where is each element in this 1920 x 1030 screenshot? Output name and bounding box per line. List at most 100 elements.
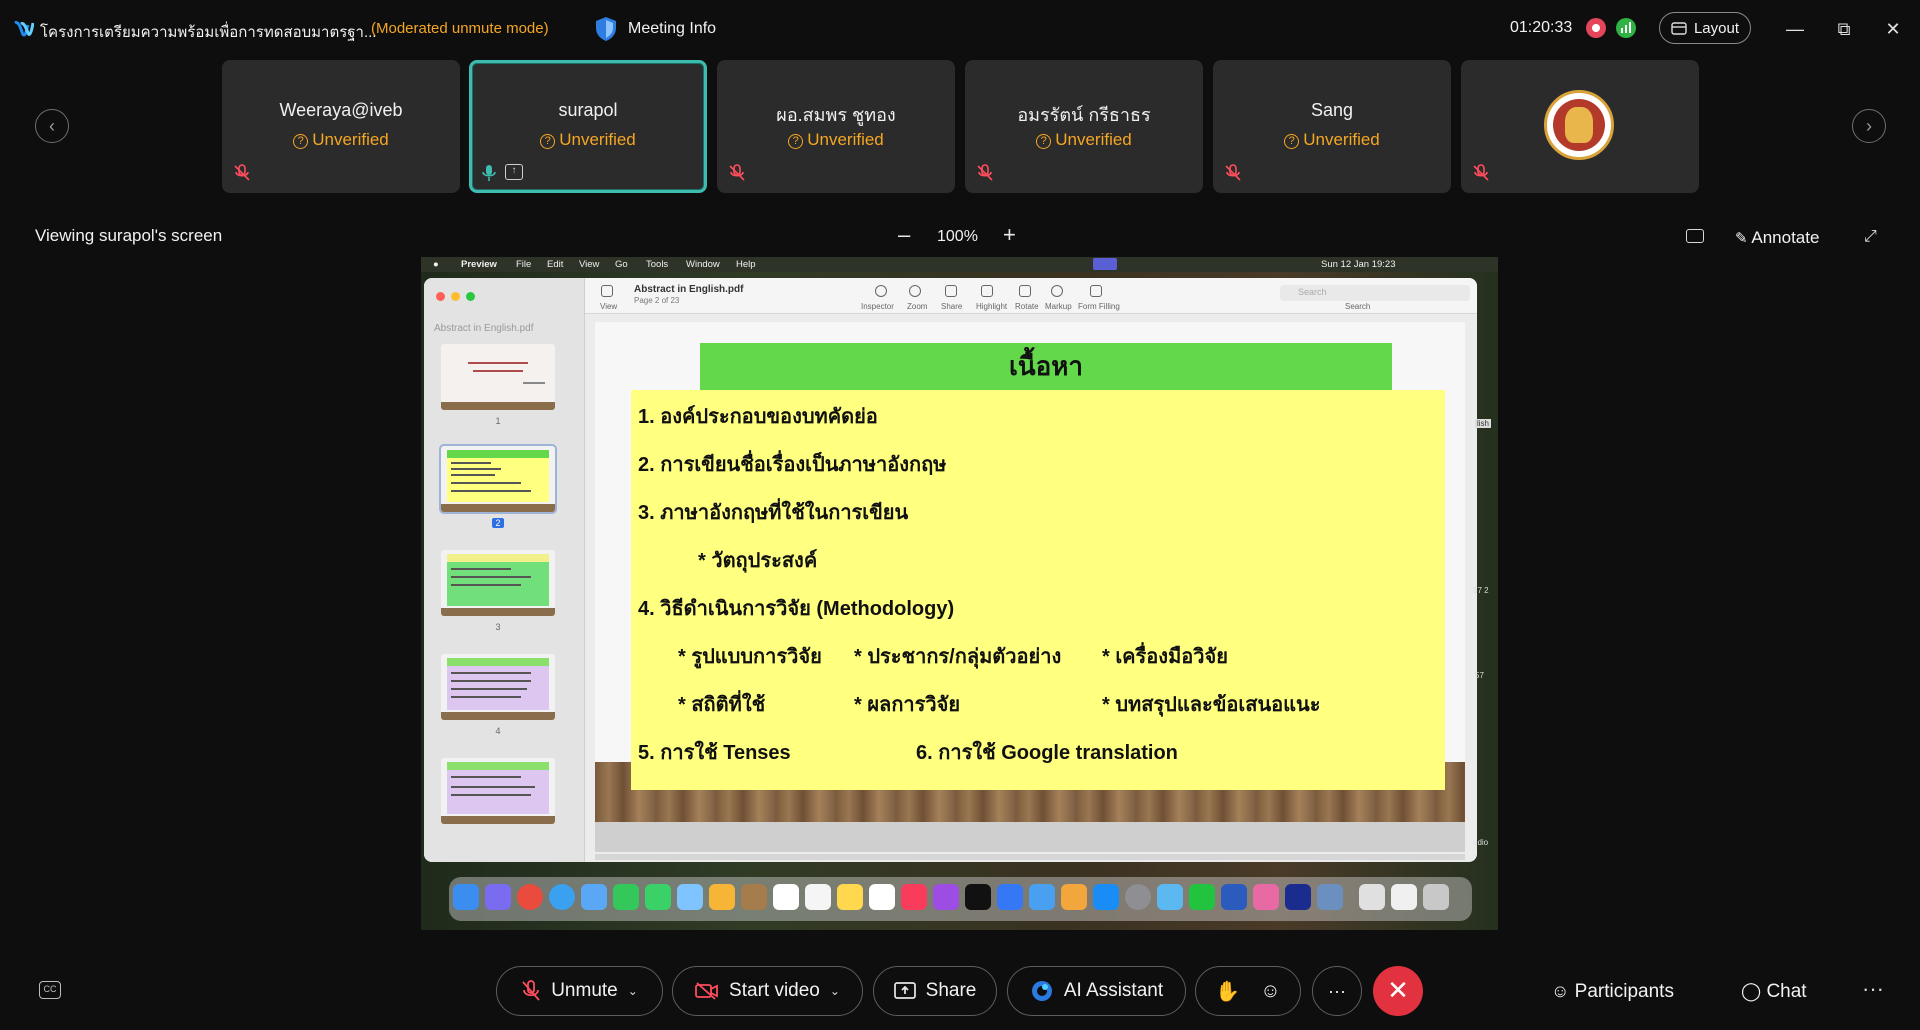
slide-line: * ประชากร/กลุ่มตัวอย่าง (854, 646, 1062, 668)
layout-icon (1671, 21, 1687, 35)
page-thumbnail (441, 758, 555, 824)
chevron-down-icon[interactable]: ⌄ (628, 984, 638, 998)
previous-participants-arrow[interactable]: ‹ (35, 109, 69, 143)
form-filling-icon[interactable] (1090, 285, 1102, 297)
zoom-out-button[interactable]: – (898, 222, 910, 248)
question-circle-icon: ? (1284, 134, 1300, 149)
start-video-button[interactable]: Start video ⌄ (672, 966, 863, 1016)
emblem-avatar (1544, 90, 1614, 160)
tool-markup: Markup (1045, 302, 1072, 311)
tool-highlight: Highlight (976, 302, 1008, 311)
participant-tile[interactable]: Weeraya@iveb ? Unverified (222, 60, 460, 193)
more-options-button[interactable]: ··· (1312, 966, 1362, 1016)
menu-help: Help (736, 259, 756, 270)
share-button[interactable]: Share (873, 966, 997, 1016)
keynote-icon (1029, 884, 1055, 910)
raise-hand-icon[interactable]: ✋ (1215, 979, 1240, 1004)
network-icon[interactable] (1616, 18, 1636, 38)
markup-icon[interactable] (1051, 285, 1063, 297)
more-menu-icon[interactable]: ··· (1862, 976, 1884, 1002)
folder-icon (1359, 884, 1385, 910)
podcasts-icon (933, 884, 959, 910)
unmute-button[interactable]: Unmute ⌄ (496, 966, 663, 1016)
menu-window: Window (686, 259, 720, 270)
window-minimize-dot (451, 292, 460, 301)
ai-assistant-button[interactable]: AI Assistant (1007, 966, 1186, 1016)
question-circle-icon: ? (788, 134, 804, 149)
muted-mic-icon (522, 980, 540, 1001)
pages-icon (1061, 884, 1087, 910)
video-off-icon (695, 982, 718, 1000)
preview-app-icon (1157, 884, 1183, 910)
participants-button[interactable]: ☺ Participants (1551, 981, 1674, 1003)
screen-options-icon[interactable] (1686, 229, 1704, 243)
muted-mic-icon (1473, 164, 1489, 181)
background-window-text: 57 2 (1473, 586, 1489, 595)
close-icon[interactable]: ✕ (1880, 16, 1906, 42)
trash-icon (1423, 884, 1449, 910)
participant-name: อมรรัตน์ กรีธาธร (1017, 105, 1151, 125)
background-window-text: 57 (1475, 671, 1484, 680)
thumbnail-number: 1 (495, 416, 501, 426)
reactions-icon[interactable]: ☺ (1260, 980, 1280, 1003)
muted-mic-icon (1225, 164, 1241, 181)
participant-tile[interactable]: อมรรัตน์ กรีธาธร ? Unverified (965, 60, 1203, 193)
shield-icon[interactable] (594, 16, 618, 42)
photos-icon (709, 884, 735, 910)
chevron-down-icon[interactable]: ⌄ (830, 984, 840, 998)
inspector-icon[interactable] (875, 285, 887, 297)
next-participants-arrow[interactable]: › (1852, 109, 1886, 143)
calendar-icon (773, 884, 799, 910)
chat-button[interactable]: ◯ Chat (1741, 981, 1807, 1003)
menubar-app: Preview (461, 259, 497, 270)
sidebar-view-icon[interactable] (601, 285, 613, 297)
question-circle-icon: ? (1036, 134, 1052, 149)
notes-icon (837, 884, 863, 910)
tool-rotate: Rotate (1015, 302, 1039, 311)
recording-icon[interactable] (1586, 18, 1606, 38)
participants-icon: ☺ (1551, 981, 1570, 1001)
zoom-icon[interactable] (909, 285, 921, 297)
preview-sidebar: Abstract in English.pdf 1 2 3 4 (424, 278, 585, 862)
closed-captions-icon[interactable]: CC (39, 981, 61, 999)
participant-tile[interactable]: ผอ.สมพร ชูทอง ? Unverified (717, 60, 955, 193)
participant-tile[interactable]: Sang ? Unverified (1213, 60, 1451, 193)
app-store-icon (1093, 884, 1119, 910)
preview-search-field[interactable]: Search (1280, 285, 1470, 301)
participant-tile-active[interactable]: surapol ? Unverified ↑ (469, 60, 707, 193)
highlight-icon[interactable] (981, 285, 993, 297)
share-icon[interactable] (945, 285, 957, 297)
layout-button[interactable]: Layout (1659, 12, 1751, 44)
menu-edit: Edit (547, 259, 564, 270)
finder-icon (453, 884, 479, 910)
annotate-button[interactable]: ✎ Annotate (1735, 228, 1819, 248)
slide-heading: เนื้อหา (700, 343, 1392, 391)
muted-mic-icon (729, 164, 745, 181)
ai-assistant-label: AI Assistant (1063, 980, 1164, 1001)
layout-label: Layout (1693, 19, 1740, 37)
slide-line: * บทสรุปและข้อเสนอแนะ (1102, 694, 1321, 716)
page-thumbnail (441, 344, 555, 410)
fullscreen-icon[interactable]: ⤢ (1864, 228, 1877, 246)
sidebar-document-title: Abstract in English.pdf (434, 323, 534, 334)
window-zoom-dot (466, 292, 475, 301)
title-bar: โครงการเตรียมความพร้อมเพื่อการทดสอบมาตรฐ… (0, 0, 1920, 58)
zoom-in-button[interactable]: + (1003, 222, 1016, 248)
participant-tile[interactable] (1461, 60, 1699, 193)
photo-app-icon (1253, 884, 1279, 910)
shared-screen: ● Preview File Edit View Go Tools Window… (421, 257, 1498, 930)
tool-form-filling: Form Filling (1078, 302, 1120, 311)
muted-mic-icon (234, 164, 250, 181)
minimize-icon[interactable]: — (1782, 16, 1808, 42)
menu-go: Go (615, 259, 628, 270)
rotate-icon[interactable] (1019, 285, 1031, 297)
settings-icon (1125, 884, 1151, 910)
verification-status: ? Unverified (222, 130, 460, 150)
restore-icon[interactable]: ⧉ (1831, 16, 1857, 42)
screen-share-status-icon (1093, 258, 1117, 270)
verification-status: ? Unverified (717, 130, 955, 150)
meeting-info-button[interactable]: Meeting Info (628, 20, 716, 38)
end-meeting-button[interactable]: ✕ (1373, 966, 1423, 1016)
preview-page-area: เนื้อหา 1. องค์ประกอบของบทคัดย่อ 2. การเ… (595, 322, 1465, 852)
chrome-icon (517, 884, 543, 910)
